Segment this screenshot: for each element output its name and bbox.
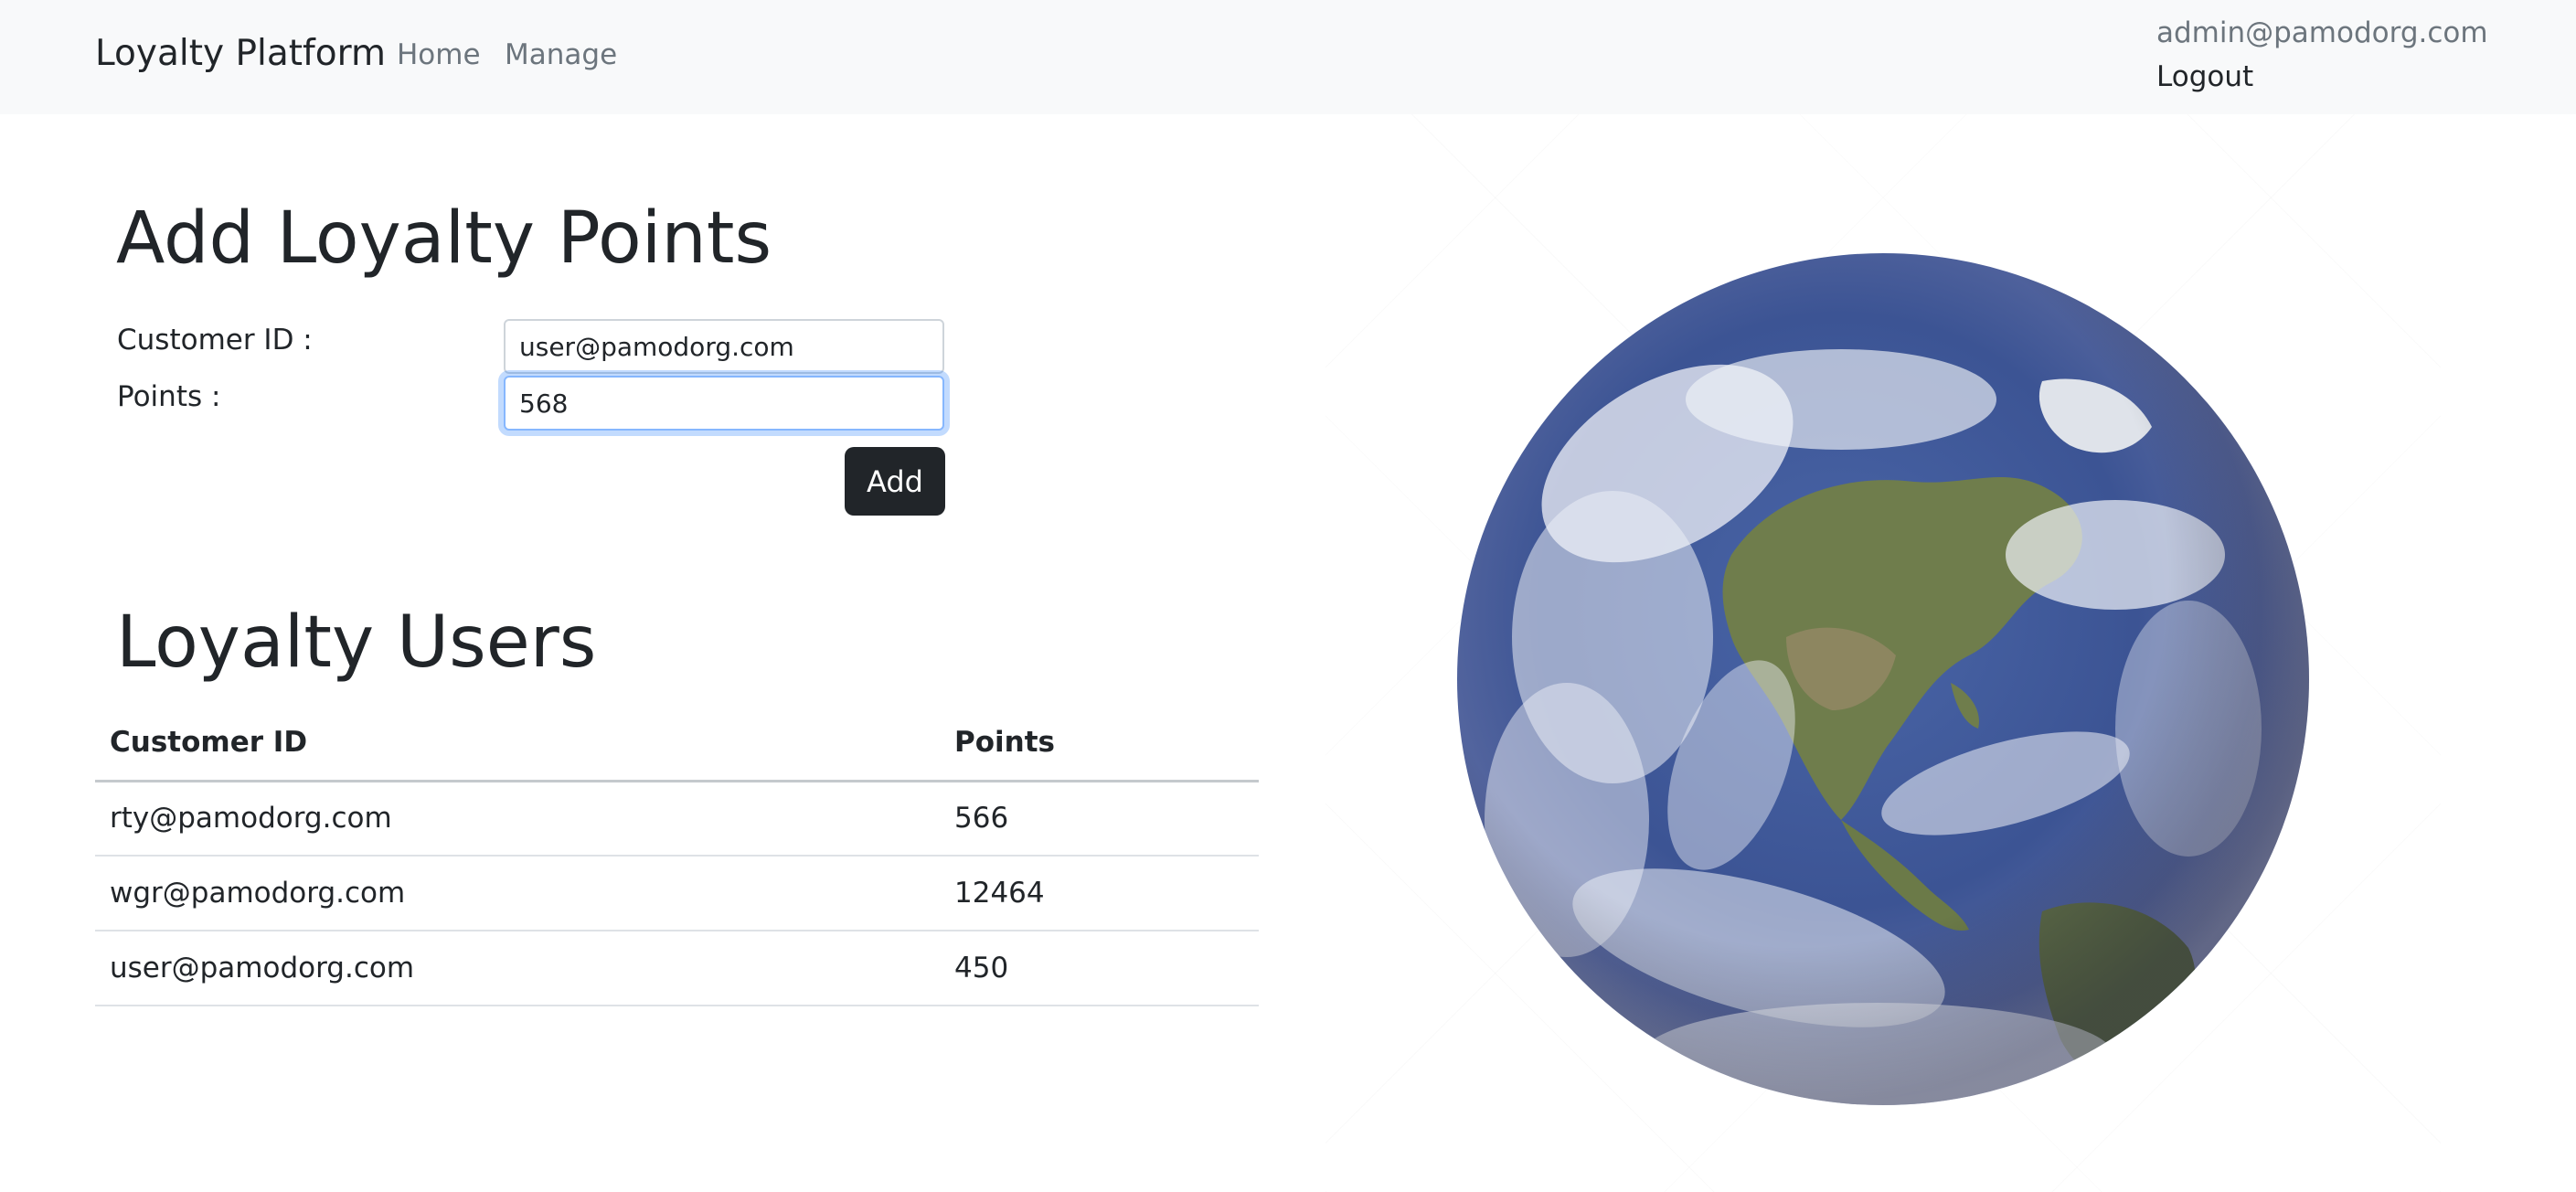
table-row: wgr@pamodorg.com 12464 — [95, 856, 1259, 931]
column-header-points: Points — [940, 705, 1259, 782]
column-header-customer-id: Customer ID — [95, 705, 940, 782]
customer-id-input[interactable] — [504, 319, 944, 374]
logout-link[interactable]: Logout — [2156, 60, 2253, 93]
nav-manage-link[interactable]: Manage — [505, 38, 617, 71]
earth-globe-image — [1457, 253, 2309, 1105]
cell-points: 566 — [940, 781, 1259, 857]
cell-points: 450 — [940, 931, 1259, 1006]
cell-customer-id: wgr@pamodorg.com — [95, 856, 940, 931]
cell-customer-id: rty@pamodorg.com — [95, 781, 940, 857]
customer-id-label: Customer ID : — [117, 324, 313, 357]
points-label: Points : — [117, 380, 221, 413]
table-row: user@pamodorg.com 450 — [95, 931, 1259, 1006]
table-row: rty@pamodorg.com 566 — [95, 781, 1259, 857]
cell-customer-id: user@pamodorg.com — [95, 931, 940, 1006]
brand-link[interactable]: Loyalty Platform — [95, 33, 386, 74]
add-points-heading: Add Loyalty Points — [116, 197, 772, 280]
current-user-email: admin@pamodorg.com — [2156, 16, 2488, 49]
cell-points: 12464 — [940, 856, 1259, 931]
table-header-row: Customer ID Points — [95, 705, 1259, 782]
add-button[interactable]: Add — [845, 447, 945, 516]
loyalty-users-heading: Loyalty Users — [116, 601, 597, 684]
nav-home-link[interactable]: Home — [397, 38, 481, 71]
loyalty-users-table: Customer ID Points rty@pamodorg.com 566 … — [95, 705, 1259, 1006]
top-navbar: Loyalty Platform Home Manage admin@pamod… — [0, 0, 2576, 114]
points-input[interactable] — [504, 376, 944, 431]
